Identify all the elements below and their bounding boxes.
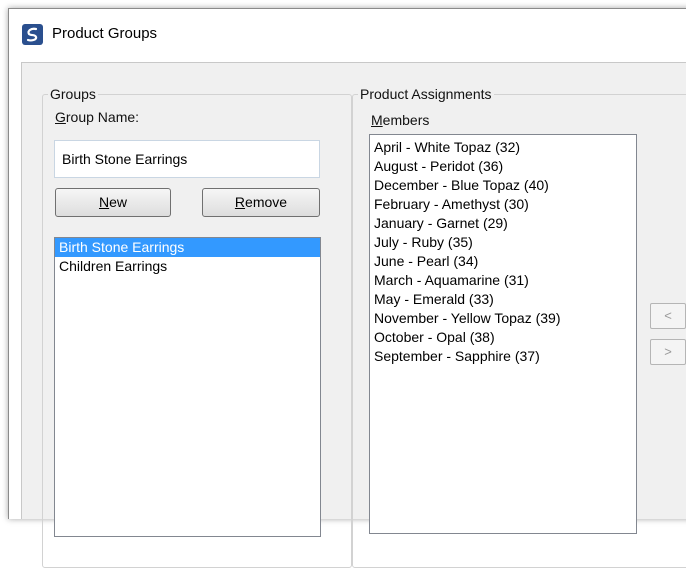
title-bar: Product Groups	[9, 9, 686, 61]
group-name-label: Group Name:	[55, 109, 140, 125]
members-label: Members	[371, 112, 430, 128]
remove-group-button[interactable]: Remove	[202, 188, 320, 217]
members-list-item[interactable]: October - Opal (38)	[370, 328, 636, 347]
members-list-item[interactable]: April - White Topaz (32)	[370, 138, 636, 157]
members-list-item[interactable]: August - Peridot (36)	[370, 157, 636, 176]
members-list-item[interactable]: December - Blue Topaz (40)	[370, 176, 636, 195]
dialog-client-area: Groups Group Name: New Remove Birth Ston…	[21, 62, 686, 568]
group-name-input[interactable]	[54, 140, 320, 178]
groups-list-item[interactable]: Birth Stone Earrings	[55, 238, 320, 257]
groups-list-item[interactable]: Children Earrings	[55, 257, 320, 276]
members-list-item[interactable]: June - Pearl (34)	[370, 252, 636, 271]
product-assignments-legend: Product Assignments	[360, 86, 492, 102]
members-list-item[interactable]: February - Amethyst (30)	[370, 195, 636, 214]
move-left-button[interactable]: <	[650, 303, 686, 329]
members-listbox[interactable]: April - White Topaz (32) August - Peridot…	[369, 134, 637, 534]
members-list-item[interactable]: July - Ruby (35)	[370, 233, 636, 252]
members-list-item[interactable]: May - Emerald (33)	[370, 290, 636, 309]
app-logo-icon	[22, 24, 43, 45]
product-groups-window: Product Groups Groups Group Name: New Re…	[8, 8, 686, 568]
members-list-item[interactable]: November - Yellow Topaz (39)	[370, 309, 636, 328]
window-title: Product Groups	[52, 25, 158, 42]
new-group-button[interactable]: New	[55, 188, 171, 217]
members-list-item[interactable]: September - Sapphire (37)	[370, 347, 636, 366]
members-list-item[interactable]: March - Aquamarine (31)	[370, 271, 636, 290]
members-list-item[interactable]: January - Garnet (29)	[370, 214, 636, 233]
groups-legend: Groups	[50, 86, 96, 102]
move-right-button[interactable]: >	[650, 339, 686, 365]
groups-listbox[interactable]: Birth Stone Earrings Children Earrings	[54, 237, 321, 537]
